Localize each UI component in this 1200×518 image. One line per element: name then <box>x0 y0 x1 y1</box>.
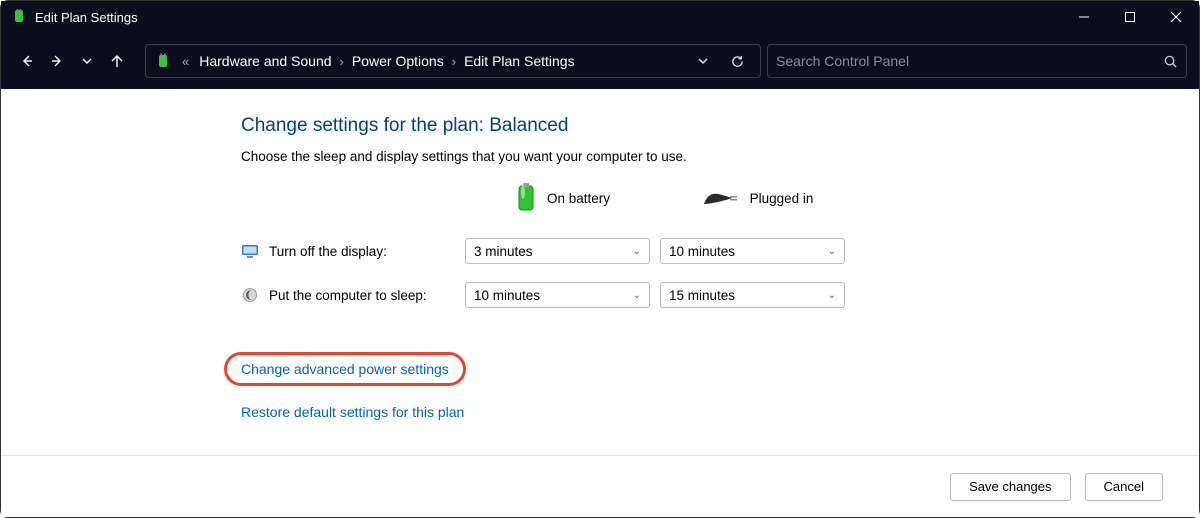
breadcrumb-item-edit[interactable]: Edit Plan Settings <box>458 53 581 69</box>
combo-value: 3 minutes <box>474 244 533 259</box>
chevron-down-icon: ⌄ <box>633 246 641 257</box>
content-area: Change settings for the plan: Balanced C… <box>1 89 1199 455</box>
chevron-right-icon: › <box>450 54 458 69</box>
plug-icon <box>702 188 740 208</box>
minimize-button[interactable] <box>1061 1 1107 33</box>
save-button[interactable]: Save changes <box>950 473 1070 501</box>
sleep-plugged-combo[interactable]: 15 minutes ⌄ <box>660 282 845 308</box>
breadcrumb-item-power[interactable]: Power Options <box>346 53 450 69</box>
search-input[interactable] <box>776 53 1163 69</box>
nav-back-button[interactable] <box>13 47 41 75</box>
search-icon <box>1163 54 1178 69</box>
nav-recent-button[interactable] <box>73 47 101 75</box>
chevron-down-icon: ⌄ <box>828 246 836 257</box>
combo-value: 10 minutes <box>474 288 540 303</box>
row-sleep-label: Put the computer to sleep: <box>241 286 465 304</box>
address-dropdown-button[interactable] <box>688 46 718 76</box>
moon-icon <box>241 286 259 304</box>
breadcrumb-overflow[interactable]: « <box>178 54 193 69</box>
chevron-down-icon: ⌄ <box>828 290 836 301</box>
page-subtext: Choose the sleep and display settings th… <box>241 149 1199 164</box>
column-header-battery-label: On battery <box>547 191 610 206</box>
combo-value: 15 minutes <box>669 288 735 303</box>
advanced-settings-link[interactable]: Change advanced power settings <box>241 361 449 377</box>
highlight-annotation: Change advanced power settings <box>224 352 466 386</box>
nav-forward-button[interactable] <box>43 47 71 75</box>
display-battery-combo[interactable]: 3 minutes ⌄ <box>465 238 650 264</box>
display-icon <box>241 242 259 260</box>
cancel-button[interactable]: Cancel <box>1085 473 1163 501</box>
address-bar[interactable]: « Hardware and Sound › Power Options › E… <box>145 44 761 78</box>
column-header-plugged: Plugged in <box>660 188 855 214</box>
combo-value: 10 minutes <box>669 244 735 259</box>
battery-icon <box>154 52 172 70</box>
close-button[interactable] <box>1153 1 1199 33</box>
row-display-label: Turn off the display: <box>241 242 465 260</box>
column-header-battery: On battery <box>465 182 660 220</box>
display-plugged-combo[interactable]: 10 minutes ⌄ <box>660 238 845 264</box>
refresh-button[interactable] <box>722 46 752 76</box>
column-header-plugged-label: Plugged in <box>750 191 814 206</box>
search-box[interactable] <box>767 44 1187 78</box>
nav-bar: « Hardware and Sound › Power Options › E… <box>1 33 1199 89</box>
page-heading: Change settings for the plan: Balanced <box>241 115 1199 137</box>
maximize-button[interactable] <box>1107 1 1153 33</box>
window-title: Edit Plan Settings <box>35 10 138 25</box>
battery-full-icon <box>515 182 537 214</box>
chevron-right-icon: › <box>338 54 346 69</box>
chevron-down-icon: ⌄ <box>633 290 641 301</box>
title-bar: Edit Plan Settings <box>1 1 1199 33</box>
restore-defaults-link[interactable]: Restore default settings for this plan <box>241 404 464 420</box>
nav-up-button[interactable] <box>103 47 131 75</box>
app-icon <box>11 9 27 25</box>
breadcrumb-item-hardware[interactable]: Hardware and Sound <box>193 53 337 69</box>
sleep-battery-combo[interactable]: 10 minutes ⌄ <box>465 282 650 308</box>
footer: Save changes Cancel <box>1 455 1199 517</box>
